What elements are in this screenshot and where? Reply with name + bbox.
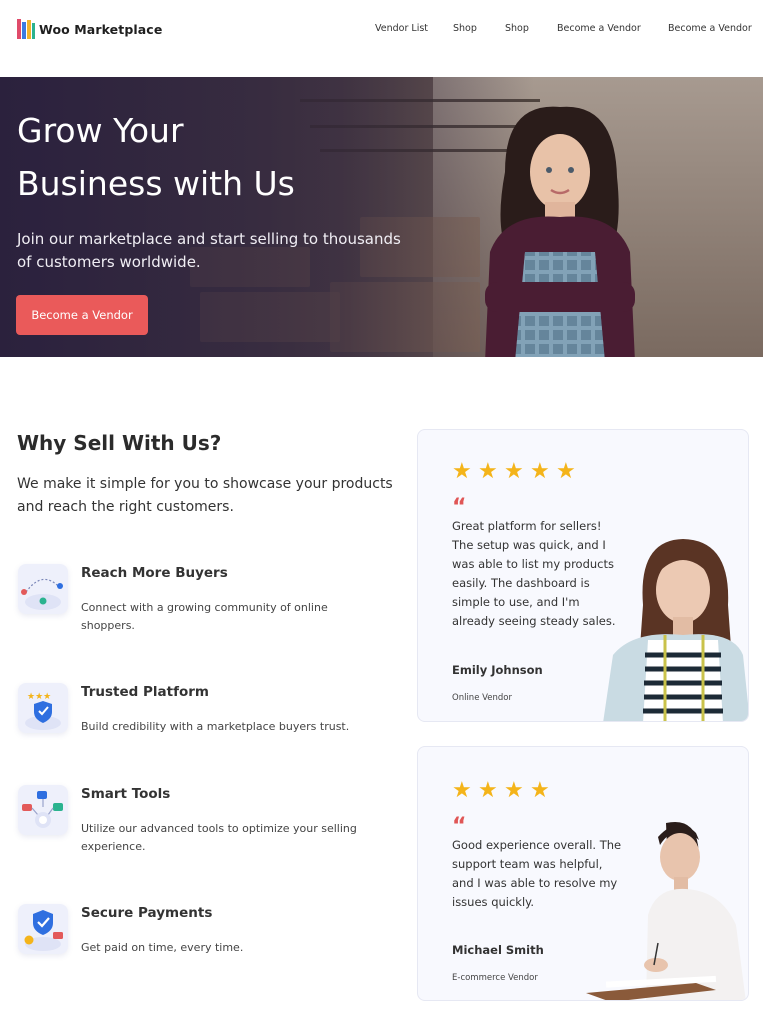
nav-shop[interactable]: Shop bbox=[453, 23, 477, 34]
site-header: Woo Marketplace Vendor List Shop Shop Be… bbox=[0, 0, 763, 58]
feature-title-tools: Smart Tools bbox=[81, 786, 171, 802]
feature-desc-tools: Utilize our advanced tools to optimize y… bbox=[81, 822, 357, 853]
secure-payment-icon bbox=[18, 904, 68, 954]
feature-desc-reach: Connect with a growing community of onli… bbox=[81, 601, 328, 632]
star-icon: ★ bbox=[478, 459, 498, 484]
map-pins-icon bbox=[18, 564, 68, 614]
testimonial-role: Online Vendor bbox=[452, 693, 512, 703]
feature-title-reach: Reach More Buyers bbox=[81, 565, 228, 581]
testimonial-photo bbox=[586, 821, 746, 1000]
hero-vendor-photo bbox=[485, 106, 635, 357]
why-sell-title: Why Sell With Us? bbox=[17, 431, 222, 455]
nav-vendor-list[interactable]: Vendor List bbox=[375, 23, 428, 34]
brand-name: Woo Marketplace bbox=[39, 21, 163, 37]
star-icon: ★ bbox=[452, 459, 472, 484]
quote-icon: “ bbox=[452, 814, 467, 839]
testimonial-name: Emily Johnson bbox=[452, 663, 543, 677]
hero-title-line2: Business with Us bbox=[17, 164, 295, 203]
feature-title-payments: Secure Payments bbox=[81, 905, 213, 921]
testimonial-role: E-commerce Vendor bbox=[452, 973, 538, 983]
hero-subtitle: Join our marketplace and start selling t… bbox=[17, 230, 401, 271]
star-icon: ★ bbox=[556, 459, 576, 484]
testimonial-card: ★ ★ ★ ★ ★ “ Great platform for sellers! … bbox=[417, 429, 749, 722]
quote-icon: “ bbox=[452, 495, 467, 520]
star-icon: ★ bbox=[504, 459, 524, 484]
nav-shop-2[interactable]: Shop bbox=[505, 23, 529, 34]
hero-title-line1: Grow Your bbox=[17, 111, 184, 150]
feature-desc-trusted: Build credibility with a marketplace buy… bbox=[81, 720, 350, 733]
star-icon: ★ bbox=[478, 778, 498, 803]
hero-banner: Grow Your Business with Us Join our mark… bbox=[0, 77, 763, 357]
star-icon: ★ bbox=[530, 778, 550, 803]
shield-stars-icon: ★★★ bbox=[18, 683, 68, 733]
feature-desc-payments: Get paid on time, every time. bbox=[81, 941, 244, 954]
rating-stars: ★ ★ ★ ★ ★ bbox=[452, 459, 576, 484]
brand-logo[interactable]: Woo Marketplace bbox=[17, 19, 162, 39]
testimonial-text: Great platform for sellers! The setup wa… bbox=[452, 519, 616, 628]
testimonial-name: Michael Smith bbox=[452, 943, 544, 957]
feature-title-trusted: Trusted Platform bbox=[81, 684, 209, 700]
testimonial-card: ★ ★ ★ ★ “ Good experience overall. The s… bbox=[417, 746, 749, 1001]
nav-become-vendor[interactable]: Become a Vendor bbox=[557, 23, 641, 34]
tools-network-icon bbox=[18, 785, 68, 835]
testimonial-photo bbox=[603, 539, 748, 721]
rating-stars: ★ ★ ★ ★ bbox=[452, 778, 550, 803]
star-icon: ★ bbox=[452, 778, 472, 803]
hero-title: Grow Your Business with Us bbox=[17, 104, 377, 210]
why-sell-subtitle: We make it simple for you to showcase yo… bbox=[17, 476, 393, 515]
logo-icon bbox=[17, 19, 35, 39]
star-icon: ★ bbox=[530, 459, 550, 484]
become-vendor-button[interactable]: Become a Vendor bbox=[16, 295, 148, 335]
svg-text:★★★: ★★★ bbox=[27, 692, 51, 702]
star-icon: ★ bbox=[504, 778, 524, 803]
nav-become-vendor-2[interactable]: Become a Vendor bbox=[668, 23, 752, 34]
